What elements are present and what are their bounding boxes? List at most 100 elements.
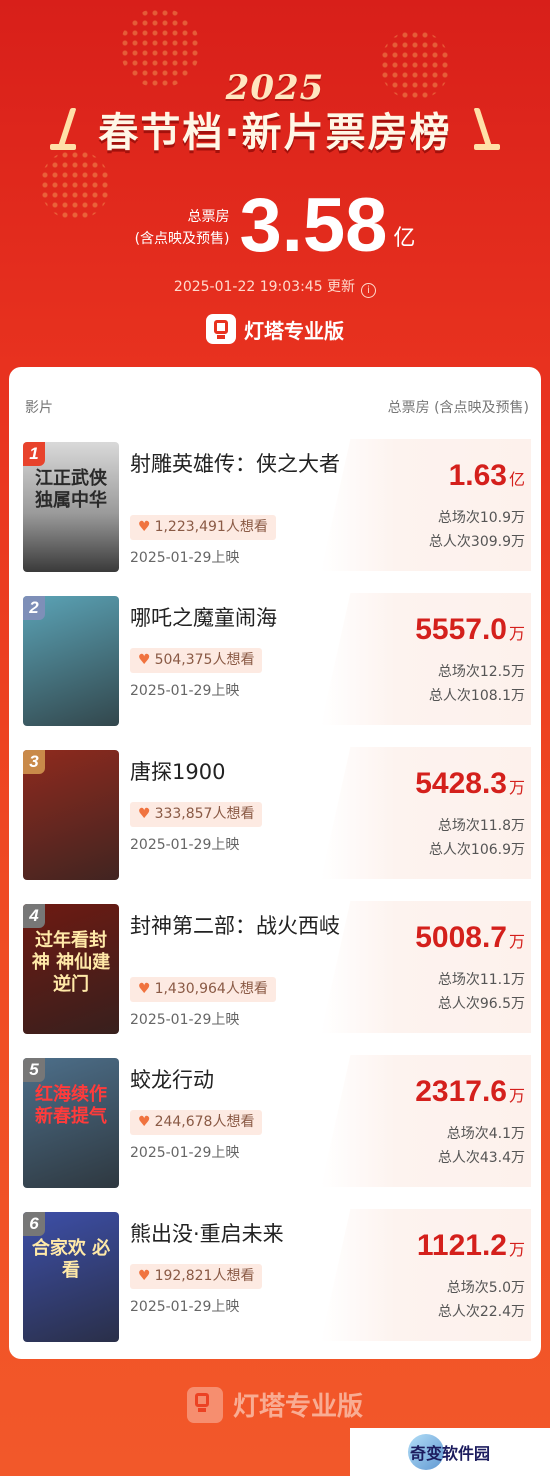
want-count: 1,430,964人想看 [154,981,268,997]
movie-poster[interactable]: 6 合家欢 必看 [23,1212,119,1342]
rank-badge: 2 [23,596,45,620]
footer-brand-name: 灯塔专业版 [232,1392,363,1422]
movie-name[interactable]: 封神第二部：战火西岐 [130,911,350,942]
screenings: 总场次11.8万 [437,818,525,834]
want-to-see-badge: ♥ 333,857人想看 [130,802,263,827]
brand: 灯塔专业版 [0,314,550,344]
rank-badge: 1 [23,442,45,466]
release-date: 2025-01-29上映 [130,837,240,853]
release-date: 2025-01-29上映 [130,550,240,566]
box-office-value: 5008.7 [415,921,507,954]
admissions: 总人次96.5万 [437,996,525,1012]
footer-brand: 灯塔专业版 [0,1386,550,1423]
want-to-see-badge: ♥ 1,223,491人想看 [130,515,276,540]
want-to-see-badge: ♥ 1,430,964人想看 [130,977,276,1002]
watermark: 奇变软件园 [350,1428,550,1476]
release-date: 2025-01-29上映 [130,1145,240,1161]
box-office: 5428.3 万 [415,767,525,801]
movie-name[interactable]: 熊出没·重启未来 [130,1219,350,1250]
admissions: 总人次108.1万 [428,688,525,704]
total-label: 总票房 (含点映及预售) [135,206,230,250]
update-time: 2025-01-22 19:03:45 更新 i [0,276,550,298]
box-office-unit: 万 [508,1086,525,1105]
box-office: 1.63 亿 [449,459,525,493]
page-title: 春节档·新片票房榜 [98,110,452,156]
title-ornament-right-icon [466,108,500,150]
screenings: 总场次11.1万 [437,972,525,988]
release-date: 2025-01-29上映 [130,683,240,699]
movie-name[interactable]: 唐探1900 [130,757,350,788]
box-office-unit: 亿 [508,470,525,489]
total-box-office: 总票房 (含点映及预售) 3.58 亿 [0,188,550,264]
title-wrap: 春节档·新片票房榜 [0,100,550,158]
total-value: 3.58 [239,183,388,268]
watermark-text: 奇变软件园 [409,1444,490,1463]
movie-row[interactable]: 1 江正武侠 独属中华 射雕英雄传：侠之大者 ♥ 1,223,491人想看 202… [9,439,541,593]
movie-row[interactable]: 5 红海续作 新春提气 蛟龙行动 ♥ 244,678人想看 2025-01-29上… [9,1055,541,1209]
screenings: 总场次4.1万 [446,1126,525,1142]
box-office-value: 2317.6 [415,1075,507,1108]
movie-poster[interactable]: 4 过年看封神 神仙建逆门 [23,904,119,1034]
admissions: 总人次43.4万 [437,1150,525,1166]
movie-row[interactable]: 4 过年看封神 神仙建逆门 封神第二部：战火西岐 ♥ 1,430,964人想看 2… [9,901,541,1055]
movie-row[interactable]: 6 合家欢 必看 熊出没·重启未来 ♥ 192,821人想看 2025-01-29… [9,1209,541,1363]
box-office-unit: 万 [508,932,525,951]
box-office: 5008.7 万 [415,921,525,955]
want-count: 192,821人想看 [154,1268,255,1284]
box-office-unit: 万 [508,624,525,643]
title-ornament-left-icon [50,108,84,150]
movie-row[interactable]: 2 哪吒之魔童闹海 ♥ 504,375人想看 2025-01-29上映 5557.… [9,593,541,747]
banner: 2025 春节档·新片票房榜 总票房 (含点映及预售) 3.58 亿 2025-… [0,0,550,360]
heart-icon: ♥ [138,806,151,822]
col-box-office: 总票房 (含点映及预售) [387,400,529,416]
total-label-line2: (含点映及预售) [134,231,230,247]
movie-name[interactable]: 哪吒之魔童闹海 [130,603,350,634]
admissions: 总人次309.9万 [428,534,525,550]
brand-name: 灯塔专业版 [244,318,344,343]
update-text: 2025-01-22 19:03:45 更新 [173,279,356,295]
movie-poster[interactable]: 1 江正武侠 独属中华 [23,442,119,572]
admissions: 总人次22.4万 [437,1304,525,1320]
screenings: 总场次10.9万 [437,510,525,526]
screenings: 总场次12.5万 [437,664,525,680]
col-movie: 影片 [25,400,53,416]
lighthouse-logo-icon [186,1386,223,1423]
total-unit: 亿 [393,226,416,251]
want-to-see-badge: ♥ 504,375人想看 [130,648,263,673]
box-office: 1121.2 万 [417,1229,525,1263]
rank-badge: 6 [23,1212,45,1236]
heart-icon: ♥ [138,1114,151,1130]
movie-name[interactable]: 蛟龙行动 [130,1065,350,1096]
box-office-value: 5557.0 [415,613,507,646]
movie-poster[interactable]: 3 [23,750,119,880]
movie-row[interactable]: 3 唐探1900 ♥ 333,857人想看 2025-01-29上映 5428.3… [9,747,541,901]
poster-text: 过年看封神 神仙建逆门 [31,930,111,995]
want-count: 504,375人想看 [154,652,255,668]
info-icon[interactable]: i [361,283,377,298]
box-office: 5557.0 万 [415,613,525,647]
ranking-card: 影片 总票房 (含点映及预售) 1 江正武侠 独属中华 射雕英雄传：侠之大者 ♥… [9,367,541,1359]
box-office: 2317.6 万 [415,1075,525,1109]
box-office-value: 5428.3 [415,767,507,800]
rank-badge: 4 [23,904,45,928]
movie-name[interactable]: 射雕英雄传：侠之大者 [130,449,350,480]
total-label-line1: 总票房 [187,209,230,225]
movie-poster[interactable]: 5 红海续作 新春提气 [23,1058,119,1188]
box-office-unit: 万 [508,778,525,797]
heart-icon: ♥ [138,1268,151,1284]
release-date: 2025-01-29上映 [130,1012,240,1028]
want-to-see-badge: ♥ 192,821人想看 [130,1264,263,1289]
box-office-value: 1.63 [448,459,507,492]
want-count: 333,857人想看 [154,806,255,822]
poster-text: 江正武侠 独属中华 [35,468,107,511]
poster-text: 合家欢 必看 [31,1238,111,1281]
heart-icon: ♥ [138,981,151,997]
want-to-see-badge: ♥ 244,678人想看 [130,1110,263,1135]
admissions: 总人次106.9万 [428,842,525,858]
box-office-value: 1121.2 [416,1229,507,1262]
want-count: 244,678人想看 [154,1114,255,1130]
release-date: 2025-01-29上映 [130,1299,240,1315]
heart-icon: ♥ [138,519,151,535]
lighthouse-logo-icon [206,314,236,344]
movie-poster[interactable]: 2 [23,596,119,726]
